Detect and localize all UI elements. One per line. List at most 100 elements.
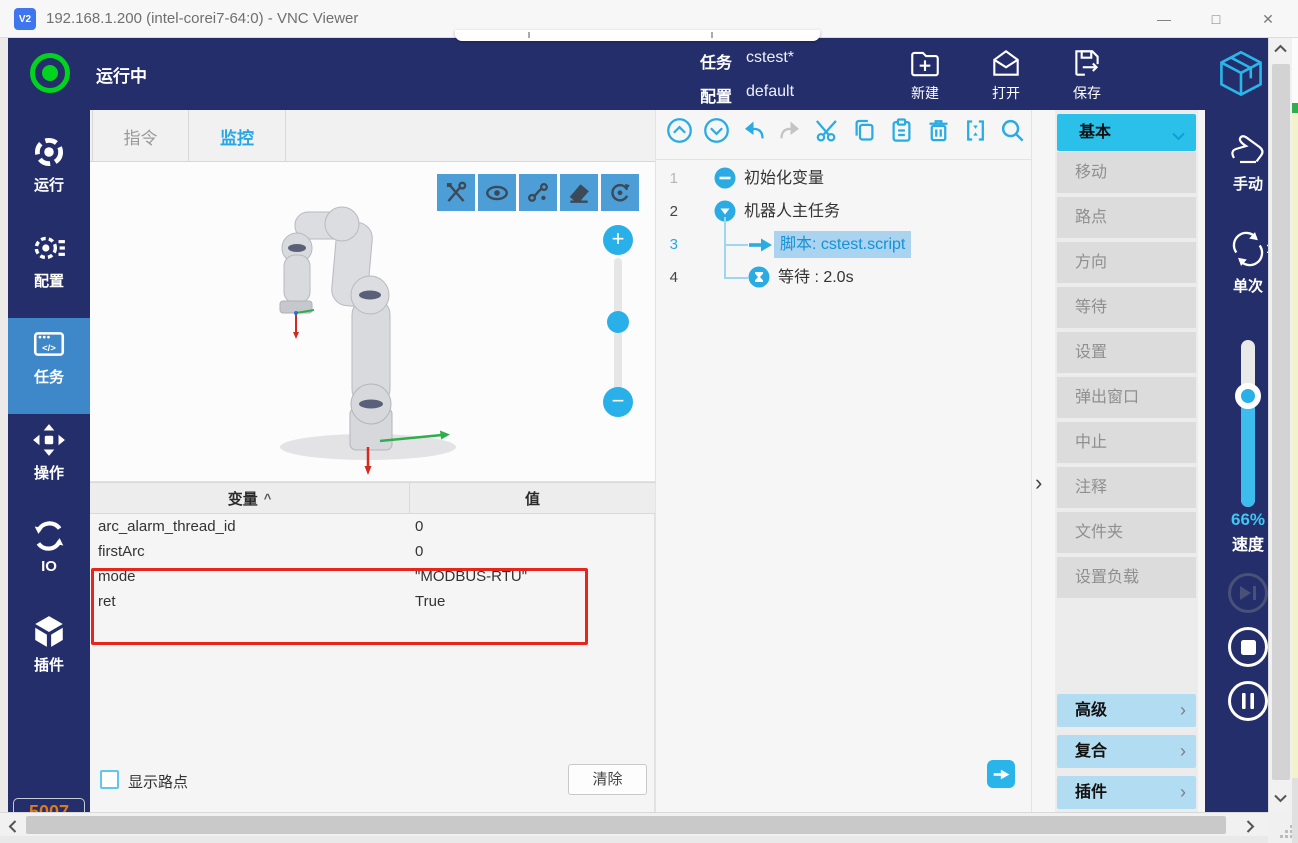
move-down-icon[interactable] [703,117,730,144]
new-task-button[interactable]: 新建 [892,46,958,106]
tree-separator [656,159,1032,160]
sidebar-item-io[interactable]: IO [8,510,90,606]
cut-icon[interactable] [814,117,841,144]
vnc-toolbar-peek[interactable] [455,30,820,41]
maximize-button[interactable]: □ [1190,0,1242,38]
sidebar-item-configure[interactable]: 配置 [8,222,90,318]
visibility-icon[interactable] [478,174,516,211]
tree-item-init-variables[interactable]: 1 初始化变量 [656,162,1030,195]
open-task-button[interactable]: 打开 [973,46,1039,106]
move-up-icon[interactable] [666,117,693,144]
variables-table-header[interactable]: 变量 ^ 值 [90,482,655,514]
command-set[interactable]: 设置 [1057,332,1196,373]
scroll-up-icon[interactable] [1274,44,1287,53]
tab-monitor[interactable]: 监控 [189,110,286,162]
tree-item-label-selected: 脚本: cstest.script [774,231,911,258]
group-basic-header[interactable]: 基本 [1057,114,1196,151]
tree-item-label: 初始化变量 [744,162,824,195]
step-button[interactable] [1228,573,1268,613]
expand-panel-chevron[interactable]: › [1035,470,1055,496]
vertical-scrollbar-thumb[interactable] [1272,64,1290,780]
viewport-footer: 显示路点 清除 [90,758,655,812]
tool-settings-icon[interactable] [437,174,475,211]
sidebar-item-plugin[interactable]: 插件 [8,606,90,702]
table-row[interactable]: ret True [90,589,655,614]
variable-name: ret [98,589,116,614]
tree-item-main-task[interactable]: 2 机器人主任务 [656,195,1030,228]
command-popup[interactable]: 弹出窗口 [1057,377,1196,418]
hand-icon [1226,155,1268,172]
single-cycle-button[interactable]: 1 单次 [1205,228,1268,296]
reset-view-icon[interactable] [601,174,639,211]
task-icon: </> [8,326,90,362]
column-value[interactable]: 值 [410,483,655,513]
eraser-icon[interactable] [560,174,598,211]
scroll-left-icon[interactable] [8,820,17,833]
tree-line-number: 4 [656,261,678,294]
column-value-label: 值 [525,488,540,509]
pause-button[interactable] [1228,681,1268,721]
running-status-icon[interactable] [30,53,70,93]
tree-item-wait[interactable]: 4 等待 : 2.0s [656,261,1030,294]
table-row[interactable]: mode "MODBUS-RTU" [90,564,655,589]
scroll-down-icon[interactable] [1274,794,1287,803]
new-task-icon [892,46,958,80]
configure-icon [8,230,90,266]
speed-slider-thumb[interactable] [1235,383,1261,409]
vertical-scrollbar[interactable] [1268,38,1292,812]
command-waypoint[interactable]: 路点 [1057,197,1196,238]
redo-icon[interactable] [777,117,804,144]
zoom-slider-thumb[interactable] [607,311,629,333]
background-window-sliver [1292,38,1298,843]
group-plugin[interactable]: 插件 › [1057,776,1196,809]
stop-button[interactable] [1228,627,1268,667]
column-variable[interactable]: 变量 ^ [90,483,410,513]
app-cube-logo-icon[interactable] [1216,46,1266,102]
trajectory-icon[interactable] [519,174,557,211]
tab-command[interactable]: 指令 [92,110,189,162]
tree-item-label: 等待 : 2.0s [778,261,854,294]
group-basic-label: 基本 [1079,114,1111,151]
sidebar-item-operate[interactable]: 操作 [8,414,90,510]
command-direction[interactable]: 方向 [1057,242,1196,283]
collapse-icon[interactable] [962,117,989,144]
command-comment[interactable]: 注释 [1057,467,1196,508]
command-set-payload[interactable]: 设置负载 [1057,557,1196,598]
column-variable-label: 变量 [228,488,258,509]
app-topbar: 运行中 任务 cstest* 配置 default 新建 [8,38,1268,110]
save-task-button[interactable]: 保存 [1054,46,1120,106]
close-button[interactable]: ✕ [1242,0,1294,38]
command-abort[interactable]: 中止 [1057,422,1196,463]
table-row[interactable]: arc_alarm_thread_id 0 [90,514,655,539]
window-bottom-strip [0,836,1268,843]
table-row[interactable]: firstArc 0 [90,539,655,564]
show-waypoints-checkbox[interactable] [100,770,119,789]
tree-item-script[interactable]: 3 脚本: cstest.script [656,228,1030,261]
chevron-right-icon: › [1180,694,1186,727]
paste-icon[interactable] [888,117,915,144]
tree-line-number: 2 [656,195,678,228]
next-step-button[interactable] [987,760,1015,788]
command-folder[interactable]: 文件夹 [1057,512,1196,553]
sidebar-item-run[interactable]: 运行 [8,126,90,222]
variable-value: "MODBUS-RTU" [415,564,527,589]
sidebar-item-task[interactable]: </> 任务 [8,318,90,414]
clear-button[interactable]: 清除 [568,764,647,795]
running-status-dot [42,65,58,81]
search-icon[interactable] [999,117,1026,144]
delete-icon[interactable] [925,117,952,144]
manual-mode-button[interactable]: 手动 [1205,132,1268,194]
zoom-out-button[interactable]: − [603,387,633,417]
minimize-button[interactable]: — [1138,0,1190,38]
command-wait[interactable]: 等待 [1057,287,1196,328]
group-advanced[interactable]: 高级 › [1057,694,1196,727]
horizontal-scrollbar-thumb[interactable] [26,816,1226,834]
undo-icon[interactable] [740,117,767,144]
horizontal-scrollbar[interactable] [0,812,1268,836]
command-move[interactable]: 移动 [1057,152,1196,193]
zoom-in-button[interactable]: + [603,225,633,255]
group-composite[interactable]: 复合 › [1057,735,1196,768]
scroll-right-icon[interactable] [1246,820,1255,833]
copy-icon[interactable] [851,117,878,144]
robot-3d-viewport[interactable]: + − [90,162,655,482]
